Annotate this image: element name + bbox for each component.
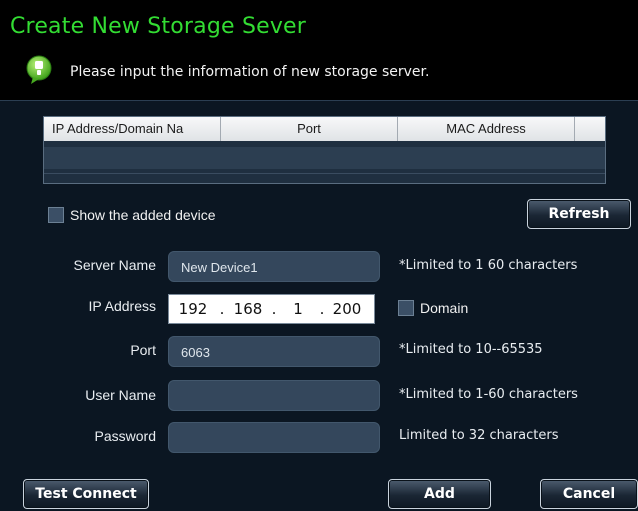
add-button[interactable]: Add [388,479,491,509]
ip-dot: . [319,300,325,318]
info-text: Please input the information of new stor… [70,64,430,80]
ip-octet-4[interactable]: 200 [327,300,367,318]
server-table[interactable]: IP Address/Domain Na Port MAC Address [43,116,606,184]
port-input[interactable]: 6063 [168,336,380,367]
user-name-input[interactable] [168,380,380,411]
ip-octet-1[interactable]: 192 [169,300,217,318]
column-header-ip[interactable]: IP Address/Domain Na [44,117,221,141]
show-added-checkbox[interactable] [48,207,64,223]
column-header-port[interactable]: Port [221,117,398,141]
table-empty-row [44,147,605,169]
dialog-header: Create New Storage Sever Please input th… [0,0,638,100]
password-label: Password [94,428,156,444]
password-input[interactable] [168,422,380,453]
show-added-label: Show the added device [70,207,216,223]
port-label: Port [130,342,156,358]
cancel-button[interactable]: Cancel [540,479,638,509]
domain-checkbox[interactable] [398,300,414,316]
table-row-divider [44,173,605,174]
table-header: IP Address/Domain Na Port MAC Address [44,117,605,141]
password-hint: Limited to 32 characters [399,428,559,443]
ip-octet-2[interactable]: 168 [227,300,269,318]
column-header-mac[interactable]: MAC Address [398,117,575,141]
header-divider [0,100,638,101]
dialog-title: Create New Storage Sever [10,14,307,39]
refresh-button[interactable]: Refresh [527,199,631,229]
user-name-hint: *Limited to 1-60 characters [399,387,578,402]
user-name-label: User Name [85,387,156,403]
ip-dot: . [219,300,225,318]
ip-address-input[interactable]: 192 . 168 . 1 . 200 [168,294,375,324]
server-name-hint: *Limited to 1 60 characters [399,258,578,273]
server-name-label: Server Name [73,257,156,273]
port-hint: *Limited to 10--65535 [399,342,543,357]
column-header-extra [575,117,605,141]
ip-octet-3[interactable]: 1 [279,300,317,318]
ip-address-label: IP Address [88,298,156,314]
test-connect-button[interactable]: Test Connect [23,479,149,509]
ip-dot: . [271,300,277,318]
server-name-input[interactable]: New Device1 [168,251,380,282]
domain-label: Domain [420,300,469,316]
info-bubble-icon [26,55,52,84]
